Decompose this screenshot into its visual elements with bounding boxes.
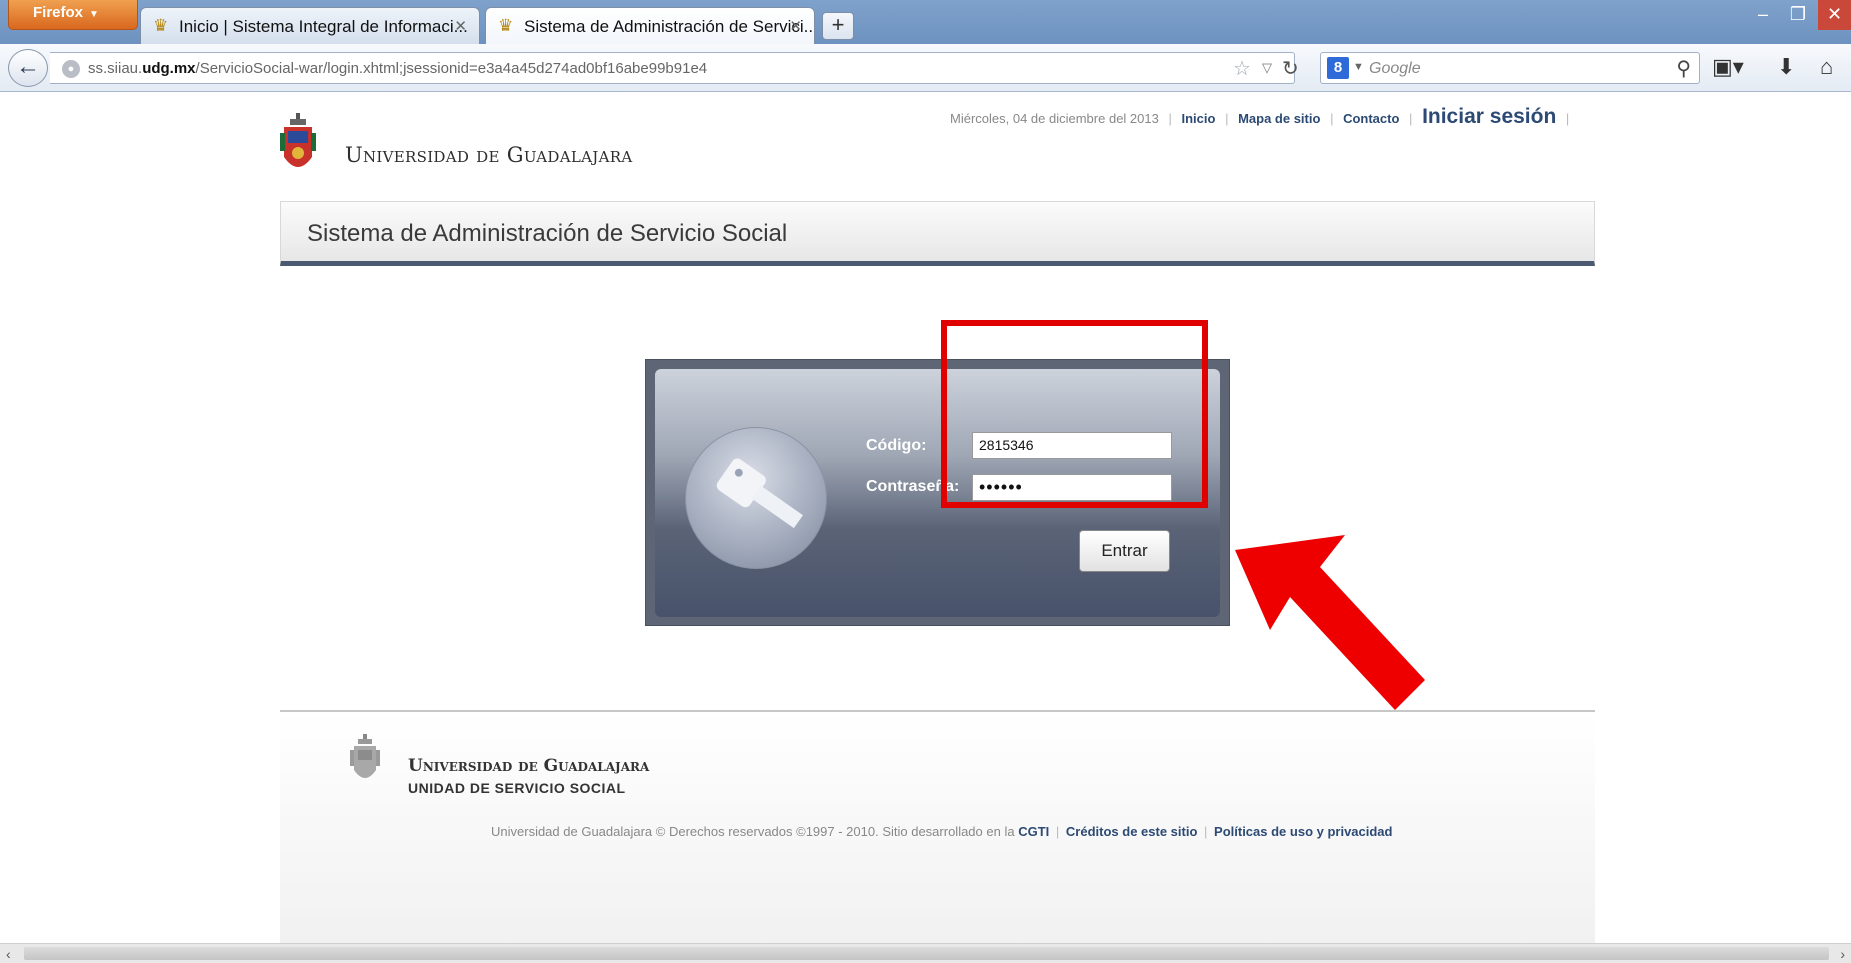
home-icon[interactable]: ⌂ xyxy=(1820,54,1833,80)
system-title-bar: Sistema de Administración de Servicio So… xyxy=(280,201,1595,266)
university-logo-text[interactable]: Universidad de Guadalajara xyxy=(345,143,632,167)
link-contacto[interactable]: Contacto xyxy=(1343,111,1399,126)
chevron-down-icon: ▼ xyxy=(89,9,99,20)
arrow-annotation-icon xyxy=(1235,535,1425,710)
link-creditos[interactable]: Créditos de este sitio xyxy=(1066,824,1197,839)
copyright-line: Universidad de Guadalajara © Derechos re… xyxy=(491,824,1392,839)
key-icon xyxy=(685,427,827,569)
firefox-menu-label: Firefox xyxy=(33,4,84,21)
separator: | xyxy=(1225,111,1229,126)
reload-icon[interactable]: ↻ xyxy=(1282,56,1299,81)
current-date: Miércoles, 04 de diciembre del 2013 xyxy=(950,111,1159,126)
star-icon[interactable]: ☆ xyxy=(1233,56,1251,81)
udg-crest-icon: ♛ xyxy=(153,16,169,35)
separator: | xyxy=(1565,111,1570,126)
url-path: /ServicioSocial-war/login.xhtml;jsession… xyxy=(195,60,708,77)
submit-button[interactable]: Entrar xyxy=(1079,530,1170,572)
page-title: Sistema de Administración de Servicio So… xyxy=(307,220,788,247)
copyright-text: Universidad de Guadalajara © Derechos re… xyxy=(491,824,1015,839)
search-icon[interactable]: ⚲ xyxy=(1676,56,1691,81)
footer-unit-name: UNIDAD DE SERVICIO SOCIAL xyxy=(408,780,626,796)
browser-navbar: ← ● ss.siiau.udg.mx/ServicioSocial-war/l… xyxy=(0,44,1851,92)
search-input[interactable]: Google xyxy=(1369,60,1421,78)
separator: | xyxy=(1055,824,1060,839)
udg-crest-icon xyxy=(350,734,380,778)
search-bar[interactable]: 8 ▼ Google ⚲ xyxy=(1320,52,1700,84)
google-icon[interactable]: 8 xyxy=(1327,57,1349,79)
tab-title: Inicio | Sistema Integral de Informaci..… xyxy=(179,17,468,36)
annotation-highlight-box xyxy=(941,320,1208,508)
url-prefix: ss.siiau. xyxy=(88,60,143,77)
link-inicio[interactable]: Inicio xyxy=(1181,111,1215,126)
chevron-down-icon[interactable]: ▼ xyxy=(1353,61,1364,73)
udg-crest-icon[interactable] xyxy=(280,113,316,177)
separator: | xyxy=(1330,111,1334,126)
separator: | xyxy=(1409,111,1413,126)
download-icon[interactable]: ⬇ xyxy=(1777,54,1795,80)
separator: | xyxy=(1168,111,1172,126)
tab-servicio-social[interactable]: ♛ Sistema de Administración de Servici..… xyxy=(485,7,815,44)
top-navigation: Miércoles, 04 de diciembre del 2013 | In… xyxy=(950,105,1575,129)
link-cgti[interactable]: CGTI xyxy=(1018,824,1049,839)
globe-icon: ● xyxy=(62,60,80,78)
new-tab-icon[interactable]: + xyxy=(822,12,854,40)
back-icon[interactable]: ← xyxy=(8,49,48,87)
close-icon[interactable]: ✕ xyxy=(454,17,467,35)
tab-title: Sistema de Administración de Servici... xyxy=(524,17,815,36)
bookmarks-icon[interactable]: ▣▾ xyxy=(1712,54,1744,80)
url-bar[interactable]: ● ss.siiau.udg.mx/ServicioSocial-war/log… xyxy=(50,52,1299,84)
url-domain: udg.mx xyxy=(142,60,196,77)
scroll-left-icon[interactable]: ‹ xyxy=(6,946,11,962)
url-text[interactable]: ss.siiau.udg.mx/ServicioSocial-war/login… xyxy=(88,60,707,77)
scroll-right-icon[interactable]: › xyxy=(1840,946,1845,962)
tab-inicio[interactable]: ♛ Inicio | Sistema Integral de Informaci… xyxy=(140,7,480,44)
page-content: Universidad de Guadalajara Miércoles, 04… xyxy=(0,93,1851,945)
code-label: Código: xyxy=(866,437,927,454)
scrollbar-thumb[interactable] xyxy=(24,947,1829,960)
horizontal-scrollbar[interactable]: ‹ › xyxy=(0,943,1851,963)
udg-crest-icon: ♛ xyxy=(498,16,514,35)
maximize-icon[interactable]: ❐ xyxy=(1783,0,1813,30)
chevron-down-icon[interactable]: ▽ xyxy=(1262,60,1272,76)
link-politicas[interactable]: Políticas de uso y privacidad xyxy=(1214,824,1392,839)
separator: | xyxy=(1204,824,1208,839)
close-window-icon[interactable]: ✕ xyxy=(1818,0,1851,30)
browser-titlebar: Firefox ▼ ♛ Inicio | Sistema Integral de … xyxy=(0,0,1851,44)
footer-university-name: Universidad de Guadalajara xyxy=(408,756,650,776)
minimize-icon[interactable]: – xyxy=(1748,0,1778,30)
link-iniciar-sesion[interactable]: Iniciar sesión xyxy=(1422,105,1556,128)
firefox-menu-button[interactable]: Firefox ▼ xyxy=(8,0,138,30)
close-icon[interactable]: ✕ xyxy=(789,17,802,35)
link-mapa-de-sitio[interactable]: Mapa de sitio xyxy=(1238,111,1320,126)
